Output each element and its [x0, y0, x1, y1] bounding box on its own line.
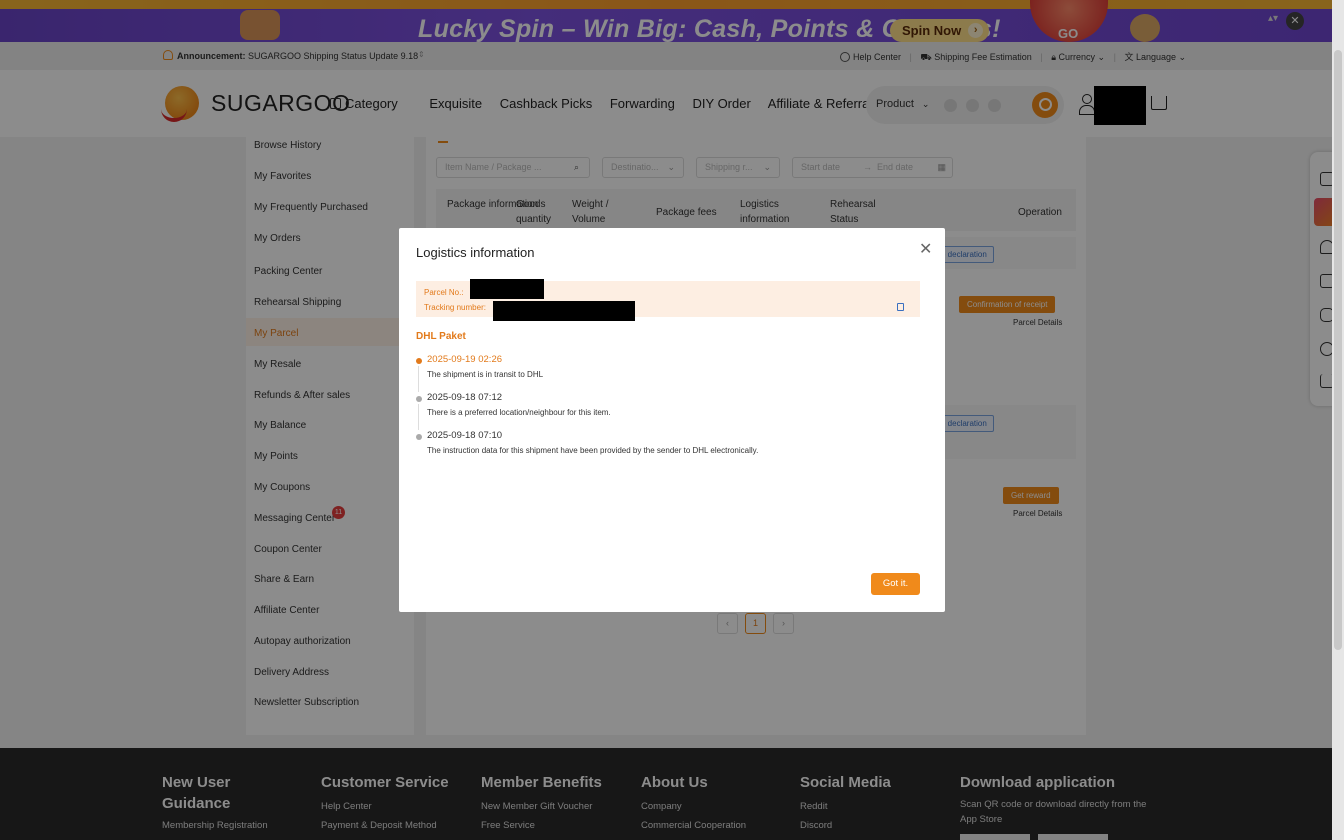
- timeline-dot: [416, 396, 422, 402]
- event-time: 2025-09-18 07:10: [427, 430, 503, 441]
- logistics-modal: Logistics information ✕ Parcel No.: Trac…: [399, 228, 945, 612]
- parcel-no-label: Parcel No.:: [424, 288, 464, 297]
- event-description: There is a preferred location/neighbour …: [427, 408, 611, 417]
- scrollbar-thumb[interactable]: [1334, 50, 1342, 650]
- event-description: The shipment is in transit to DHL: [427, 370, 544, 379]
- timeline-line: [418, 366, 419, 392]
- timeline-line: [418, 404, 419, 430]
- timeline-dot: [416, 358, 422, 364]
- timeline-dot: [416, 434, 422, 440]
- redacted-parcel-number: [470, 279, 544, 299]
- tracking-number-label: Tracking number:: [424, 303, 486, 312]
- event-description: The instruction data for this shipment h…: [427, 446, 759, 455]
- tracking-info-box: Parcel No.: Tracking number:: [416, 279, 920, 321]
- copy-icon[interactable]: [897, 303, 904, 311]
- modal-title: Logistics information: [416, 245, 535, 260]
- close-icon[interactable]: ✕: [919, 242, 932, 258]
- got-it-button[interactable]: Got it.: [871, 573, 920, 595]
- redacted-tracking-number: [493, 301, 635, 321]
- event-time: 2025-09-18 07:12: [427, 392, 503, 403]
- event-time: 2025-09-19 02:26: [427, 354, 503, 365]
- carrier-name: DHL Paket: [416, 331, 466, 342]
- page-scrollbar[interactable]: [1332, 0, 1344, 840]
